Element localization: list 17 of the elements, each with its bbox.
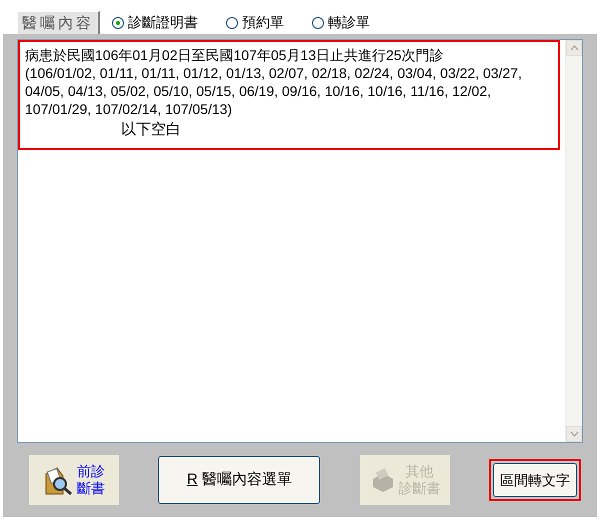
convert-button[interactable]: 區間轉文字 — [492, 463, 577, 497]
text-line: (106/01/02, 01/11, 01/11, 01/12, 01/13, 02/07, 02/18, 02/24, 03/04, 03/22, 03/27, 04/05, 04/13, 05/02, 05/10, 05/15, 06/19, 09/16, 10/16, 10/16, 11/16, 12/02, 107/01/29, 107/02/14, 107/05/13) — [25, 64, 523, 118]
scroll-up-icon[interactable] — [566, 40, 582, 56]
menu-button[interactable]: R 醫囑內容選單 — [158, 456, 320, 504]
tab[interactable]: 醫囑內容 — [17, 11, 100, 34]
radio-button[interactable] — [312, 16, 324, 28]
icon-button[interactable]: 前診 斷書 — [29, 455, 119, 505]
scroll-down-icon[interactable] — [566, 426, 582, 442]
radio-button[interactable] — [226, 16, 238, 28]
radio-label: 預約單 — [242, 13, 284, 32]
scrollbar[interactable] — [565, 40, 582, 442]
text-area[interactable] — [17, 39, 583, 443]
radio-label: 診斷證明書 — [128, 13, 198, 32]
text-line: 病患於民國106年01月02日至民國107年05月13日止共進行25次門診 — [25, 46, 445, 64]
radio-label: 轉診單 — [328, 13, 370, 32]
radio-button[interactable] — [112, 16, 124, 28]
note-text: 以下空白 — [121, 121, 181, 138]
